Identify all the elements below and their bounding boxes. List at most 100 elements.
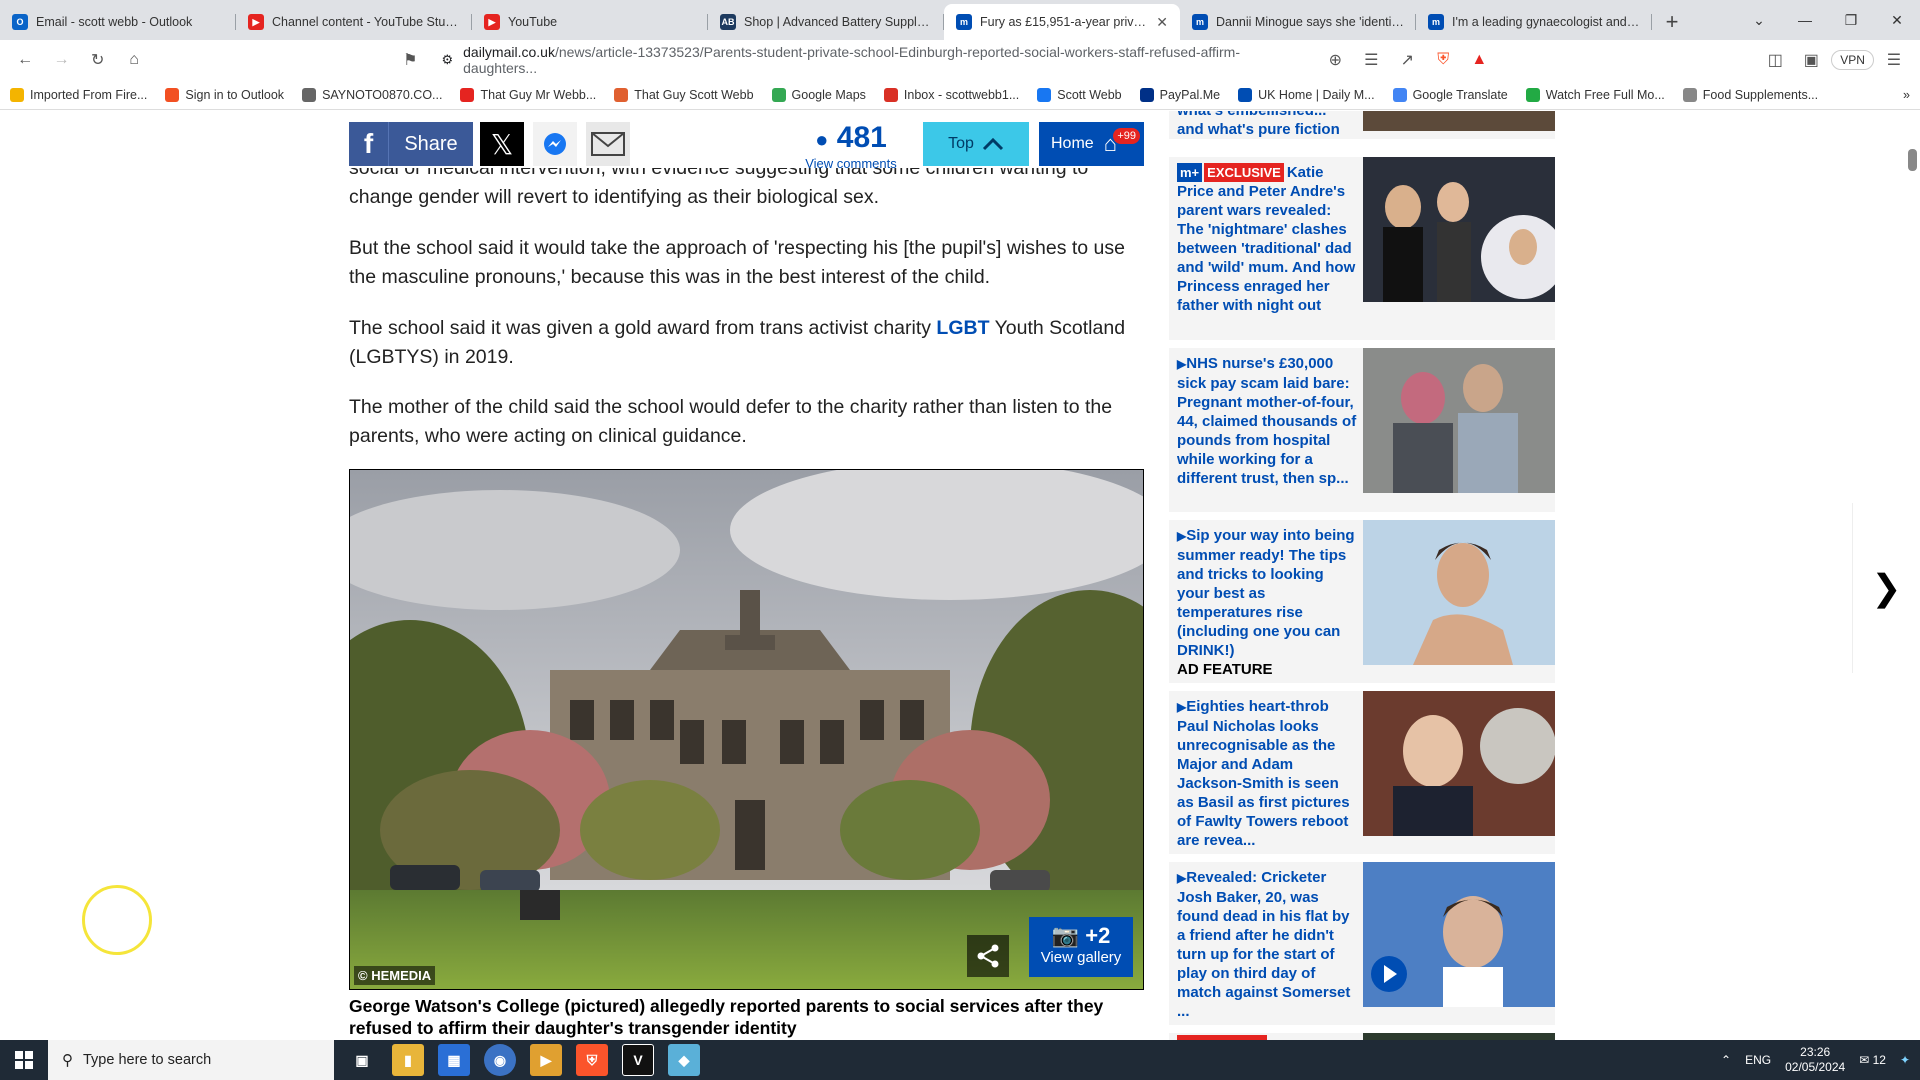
url-path: /news/article-13373523/Parents-student-p… [463, 44, 1240, 76]
bookmark-favicon-icon [302, 87, 317, 102]
system-tray: ⌃ ENG 23:26 02/05/2024 ✉ 12 ✦ [1721, 1040, 1920, 1080]
menu-icon[interactable]: ☰ [1878, 44, 1910, 76]
sidebar-article-card[interactable]: ▶Eighties heart-throb Paul Nicholas look… [1169, 691, 1555, 856]
brave-shield-icon[interactable]: ⛨ [1427, 44, 1459, 76]
zoom-icon[interactable]: ⊕ [1319, 44, 1351, 76]
sidebar-article-thumbnail [1363, 157, 1555, 302]
bookmark-item[interactable]: That Guy Mr Webb... [460, 87, 596, 102]
task-view-icon[interactable]: ▣ [346, 1044, 378, 1076]
taskbar-search-box[interactable]: ⚲ Type here to search [48, 1040, 334, 1080]
address-bar[interactable]: ⚙ dailymail.co.uk/news/article-13373523/… [431, 44, 1313, 76]
browser-tab[interactable]: AB Shop | Advanced Battery Supplies [708, 4, 944, 40]
store-icon[interactable]: ▦ [438, 1044, 470, 1076]
bookmark-item[interactable]: Imported From Fire... [10, 87, 148, 102]
page-scrollbar[interactable] [1905, 111, 1920, 1040]
browser-tab[interactable]: m Dannii Minogue says she 'identifies [1180, 4, 1416, 40]
restore-button[interactable]: ❐ [1828, 0, 1874, 40]
browser-tab[interactable]: ▶ Channel content - YouTube Studio [236, 4, 472, 40]
bookmark-label: PayPal.Me [1159, 87, 1221, 102]
reader-icon[interactable]: ☰ [1355, 44, 1387, 76]
bookmark-item[interactable]: Scott Webb [1037, 87, 1122, 102]
sidebar-article-card[interactable]: m+ EXCLUSIVE Katie Price and Peter Andre's… [1169, 157, 1555, 342]
file-explorer-icon[interactable]: ▮ [392, 1044, 424, 1076]
forward-button[interactable]: → [46, 44, 76, 76]
home-icon[interactable]: ⌂ [119, 44, 149, 76]
start-button[interactable] [0, 1040, 48, 1080]
view-gallery-button[interactable]: 📷 +2 View gallery [1029, 917, 1133, 977]
bookmark-label: Sign in to Outlook [185, 87, 285, 102]
close-window-button[interactable]: ✕ [1874, 0, 1920, 40]
clock[interactable]: 23:26 02/05/2024 [1785, 1045, 1845, 1075]
bookmark-item[interactable]: Google Translate [1392, 87, 1508, 102]
scrollbar-thumb[interactable] [1908, 149, 1917, 171]
comments-button[interactable]: ● 481 View comments [801, 121, 901, 172]
bookmark-item[interactable]: That Guy Scott Webb [614, 87, 754, 102]
sidebar-article-card[interactable]: what's embellished... and what's pure fi… [1169, 111, 1555, 141]
sidebar-article-thumbnail [1363, 111, 1555, 131]
headline-text: Eighties heart-throb Paul Nicholas looks… [1177, 698, 1350, 849]
bookmark-item[interactable]: Watch Free Full Mo... [1525, 87, 1665, 102]
bookmark-favicon-icon [1525, 87, 1540, 102]
bookmarks-overflow-icon[interactable]: » [1903, 88, 1910, 102]
sidebar-article-card[interactable]: ▶Revealed: Cricketer Josh Baker, 20, was… [1169, 862, 1555, 1027]
site-info-icon[interactable]: ⚙ [441, 52, 453, 68]
browser-app-icon[interactable]: ◉ [484, 1044, 516, 1076]
minimize-button[interactable]: — [1782, 0, 1828, 40]
sidebar-article-thumbnail [1363, 691, 1555, 836]
home-button[interactable]: Home ⌂ +99 [1039, 122, 1144, 166]
messenger-share-button[interactable] [533, 122, 577, 166]
brave-rewards-icon[interactable]: ▲ [1463, 44, 1495, 76]
x-share-button[interactable]: 𝕏 [480, 122, 524, 166]
browser-tab[interactable]: ▶ YouTube [472, 4, 708, 40]
vpn-button[interactable]: VPN [1831, 50, 1874, 70]
article-photo[interactable]: © HEMEDIA 📷 +2 View gallery [349, 469, 1144, 990]
reload-button[interactable]: ↻ [83, 44, 113, 76]
bookmark-item[interactable]: Sign in to Outlook [165, 87, 285, 102]
bookmark-label: Imported From Fire... [30, 87, 148, 102]
tab-favicon-icon: AB [720, 14, 736, 30]
bookmark-item[interactable]: Food Supplements... [1682, 87, 1818, 102]
language-indicator[interactable]: ENG [1745, 1053, 1771, 1067]
sidebar-article-card[interactable]: ▶Sip your way into being summer ready! T… [1169, 520, 1555, 685]
bookmark-label: Google Maps [791, 87, 866, 102]
copilot-icon[interactable]: ✦ [1900, 1053, 1910, 1067]
bookmark-item[interactable]: Google Maps [771, 87, 866, 102]
browser-tab[interactable]: O Email - scott webb - Outlook [0, 4, 236, 40]
lgbt-link[interactable]: LGBT [936, 317, 989, 339]
back-button[interactable]: ← [10, 44, 40, 76]
sidebar-article-thumbnail [1363, 520, 1555, 665]
url-host: dailymail.co.uk [463, 44, 555, 60]
bookmark-icon[interactable]: ⚑ [395, 44, 425, 76]
app-icon[interactable]: ◆ [668, 1044, 700, 1076]
sidebar-toggle-icon[interactable]: ◫ [1759, 44, 1791, 76]
brave-browser-icon[interactable]: ⛨ [576, 1044, 608, 1076]
browser-tab[interactable]: m I'm a leading gynaecologist and m [1416, 4, 1652, 40]
notifications-icon[interactable]: ✉ 12 [1859, 1053, 1886, 1067]
top-button[interactable]: Top [923, 122, 1029, 166]
photo-share-button[interactable] [967, 935, 1009, 977]
sidebar-article-card[interactable] [1169, 1033, 1555, 1040]
bookmark-label: Google Translate [1412, 87, 1508, 102]
media-app-icon[interactable]: ▶ [530, 1044, 562, 1076]
facebook-share-button[interactable]: f Share [349, 122, 473, 166]
tab-label: Fury as £15,951-a-year private [980, 15, 1149, 29]
sidebar-article-headline: ▶NHS nurse's £30,000 sick pay scam laid … [1177, 354, 1357, 488]
email-share-button[interactable] [586, 122, 630, 166]
browser-tab[interactable]: m Fury as £15,951-a-year private ✕ [944, 4, 1180, 40]
tab-search-icon[interactable]: ⌄ [1736, 0, 1782, 40]
bookmark-label: Scott Webb [1057, 87, 1122, 102]
tray-expand-icon[interactable]: ⌃ [1721, 1053, 1731, 1067]
bookmark-item[interactable]: SAYNOTO0870.CO... [302, 87, 442, 102]
windows-taskbar: ⚲ Type here to search ▣ ▮ ▦ ◉ ▶ ⛨ V ◆ ⌃ … [0, 1040, 1920, 1080]
tab-close-icon[interactable]: ✕ [1156, 14, 1168, 31]
bookmark-item[interactable]: PayPal.Me [1139, 87, 1221, 102]
notification-count: 12 [1872, 1053, 1886, 1067]
wallet-icon[interactable]: ▣ [1795, 44, 1827, 76]
sidebar-article-card[interactable]: ▶NHS nurse's £30,000 sick pay scam laid … [1169, 348, 1555, 514]
bookmark-item[interactable]: UK Home | Daily M... [1238, 87, 1375, 102]
share-icon[interactable]: ↗ [1391, 44, 1423, 76]
comments-count: 481 [836, 121, 887, 154]
new-tab-button[interactable]: + [1652, 4, 1692, 40]
bookmark-item[interactable]: Inbox - scottwebb1... [883, 87, 1019, 102]
vegas-app-icon[interactable]: V [622, 1044, 654, 1076]
